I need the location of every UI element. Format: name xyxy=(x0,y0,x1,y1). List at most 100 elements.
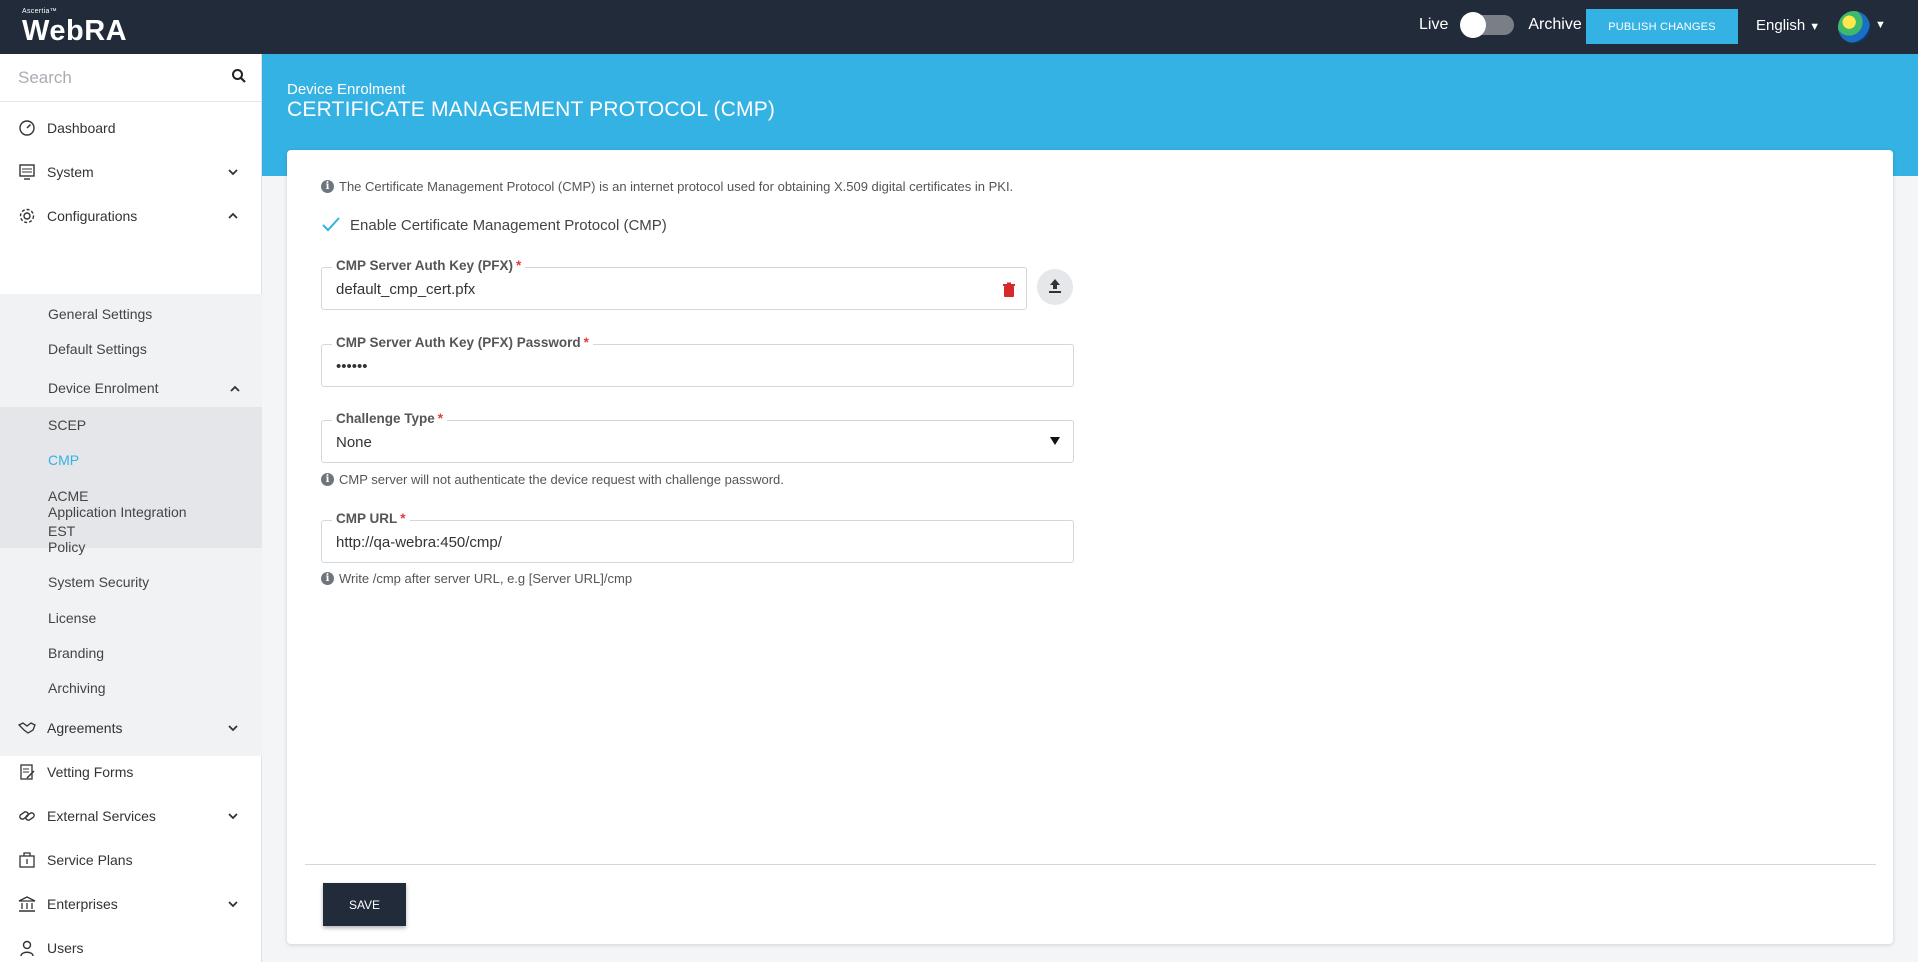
intro-text: The Certificate Management Protocol (CMP… xyxy=(339,179,1014,194)
enable-cmp-checkbox[interactable]: Enable Certificate Management Protocol (… xyxy=(320,214,667,236)
chevron-up-icon xyxy=(230,385,240,392)
auth-password-label: CMP Server Auth Key (PFX) Password * xyxy=(332,335,593,350)
cmp-url-hint-text: Write /cmp after server URL, e.g [Server… xyxy=(339,571,633,586)
avatar[interactable] xyxy=(1838,11,1870,43)
dashboard-gauge-icon xyxy=(19,120,35,136)
challenge-type-label-text: Challenge Type xyxy=(336,411,435,426)
auth-key-label-text: CMP Server Auth Key (PFX) xyxy=(336,258,514,273)
chevron-down-icon xyxy=(228,901,238,908)
chevron-down-icon xyxy=(228,813,238,820)
bank-building-icon xyxy=(18,896,36,912)
checkmark-icon xyxy=(322,217,340,232)
trash-icon[interactable] xyxy=(1002,282,1016,298)
page-title: CERTIFICATE MANAGEMENT PROTOCOL (CMP) xyxy=(287,98,776,121)
search-icon[interactable] xyxy=(231,68,247,84)
sidebar-item-archiving[interactable]: Archiving xyxy=(48,680,106,696)
sidebar-item-vetting-forms[interactable]: Vetting Forms xyxy=(0,750,262,794)
sidebar-item-system-security[interactable]: System Security xyxy=(48,574,149,590)
required-marker: * xyxy=(437,411,444,426)
server-icon xyxy=(19,164,35,180)
handshake-icon xyxy=(18,722,36,734)
sidebar-item-system[interactable]: System xyxy=(0,150,262,194)
sidebar-item-configurations[interactable]: Configurations xyxy=(0,194,262,238)
live-archive-toggle[interactable] xyxy=(1460,12,1515,38)
sidebar-item-external-services[interactable]: External Services xyxy=(0,794,262,838)
language-selector[interactable]: English ▼ xyxy=(1756,17,1820,34)
cmp-url-label-text: CMP URL xyxy=(336,511,398,526)
required-marker: * xyxy=(516,258,522,273)
avatar-caret-down-icon[interactable]: ▼ xyxy=(1875,19,1886,31)
sidebar-item-label: Configurations xyxy=(47,208,138,224)
auth-key-field[interactable]: CMP Server Auth Key (PFX) * default_cmp_c… xyxy=(321,258,1027,310)
archive-label: Archive xyxy=(1528,16,1582,33)
footer-divider xyxy=(305,864,1876,865)
challenge-type-select[interactable]: Challenge Type * None xyxy=(321,411,1074,463)
service-plan-icon xyxy=(19,852,35,868)
sidebar-item-service-plans[interactable]: Service Plans xyxy=(0,838,262,882)
sidebar-item-default-settings[interactable]: Default Settings xyxy=(48,341,147,357)
user-icon xyxy=(20,940,34,957)
upload-button[interactable] xyxy=(1037,269,1073,305)
sidebar-item-branding[interactable]: Branding xyxy=(48,645,104,661)
sidebar-search xyxy=(0,54,261,102)
top-bar: Ascertia™ WebRA Live Archive PUBLISH CHA… xyxy=(0,0,1918,54)
auth-password-label-text: CMP Server Auth Key (PFX) Password xyxy=(336,335,581,350)
auth-key-label: CMP Server Auth Key (PFX) * xyxy=(332,258,526,273)
info-icon: i xyxy=(321,473,334,486)
device-enrolment-submenu: SCEP CMP ACME EST xyxy=(0,407,262,548)
sidebar-item-est[interactable]: EST xyxy=(48,523,75,539)
sidebar-item-cmp[interactable]: CMP xyxy=(48,452,79,468)
cmp-url-field[interactable]: CMP URL * http://qa-webra:450/cmp/ xyxy=(321,511,1074,563)
sidebar-item-label: Dashboard xyxy=(47,120,116,136)
language-label: English xyxy=(1756,17,1806,34)
save-button[interactable]: SAVE xyxy=(323,883,406,926)
challenge-type-hint: i CMP server will not authenticate the d… xyxy=(321,472,784,487)
cmp-url-label: CMP URL * xyxy=(332,511,410,526)
breadcrumb[interactable]: Device Enrolment xyxy=(287,81,405,98)
challenge-type-hint-text: CMP server will not authenticate the dev… xyxy=(339,472,784,487)
sidebar: Dashboard System Configurations General … xyxy=(0,54,262,962)
sidebar-item-label: External Services xyxy=(47,808,156,824)
sidebar-item-license[interactable]: License xyxy=(48,610,96,626)
auth-password-field[interactable]: CMP Server Auth Key (PFX) Password * ••••… xyxy=(321,335,1074,387)
toggle-knob xyxy=(1460,12,1487,38)
sidebar-item-application-integration[interactable]: Application Integration xyxy=(48,504,187,520)
auth-key-value: default_cmp_cert.pfx xyxy=(336,281,476,298)
gear-icon xyxy=(19,208,35,224)
required-marker: * xyxy=(400,511,406,526)
sidebar-item-label: Service Plans xyxy=(47,852,133,868)
cmp-url-hint: i Write /cmp after server URL, e.g [Serv… xyxy=(321,571,632,586)
sidebar-item-dashboard[interactable]: Dashboard xyxy=(0,106,262,150)
required-marker: * xyxy=(583,335,589,350)
live-label: Live xyxy=(1419,16,1449,33)
sidebar-item-label: Vetting Forms xyxy=(47,764,134,780)
sidebar-item-scep[interactable]: SCEP xyxy=(48,417,86,433)
caret-down-icon: ▼ xyxy=(1809,21,1821,33)
webra-logo[interactable]: Ascertia™ WebRA xyxy=(22,8,127,46)
challenge-type-label: Challenge Type * xyxy=(332,411,448,426)
sidebar-item-label: System xyxy=(47,164,94,180)
publish-changes-button[interactable]: PUBLISH CHANGES xyxy=(1586,9,1738,44)
link-icon xyxy=(19,811,35,821)
upload-icon xyxy=(1049,279,1061,293)
sidebar-item-device-enrolment[interactable]: Device Enrolment xyxy=(0,366,262,406)
info-icon: i xyxy=(321,572,334,585)
chevron-up-icon xyxy=(228,212,238,219)
sidebar-item-general-settings[interactable]: General Settings xyxy=(48,306,152,322)
sidebar-item-agreements[interactable]: Agreements xyxy=(0,706,262,750)
sidebar-item-users[interactable]: Users xyxy=(0,926,262,962)
search-input[interactable] xyxy=(18,66,228,90)
dropdown-arrow-icon xyxy=(1050,437,1060,445)
sidebar-item-label: Users xyxy=(47,940,84,956)
sidebar-item-label: Enterprises xyxy=(47,896,118,912)
intro-info: i The Certificate Management Protocol (C… xyxy=(321,179,1013,194)
brand-name: WebRA xyxy=(22,15,128,47)
chevron-down-icon xyxy=(228,169,238,176)
sidebar-item-enterprises[interactable]: Enterprises xyxy=(0,882,262,926)
sidebar-item-acme[interactable]: ACME xyxy=(48,488,88,504)
sidebar-item-label: Agreements xyxy=(47,720,123,736)
info-icon: i xyxy=(321,180,334,193)
challenge-type-value: None xyxy=(336,434,372,451)
sidebar-item-label: Device Enrolment xyxy=(48,380,159,396)
sidebar-item-policy[interactable]: Policy xyxy=(48,539,85,555)
